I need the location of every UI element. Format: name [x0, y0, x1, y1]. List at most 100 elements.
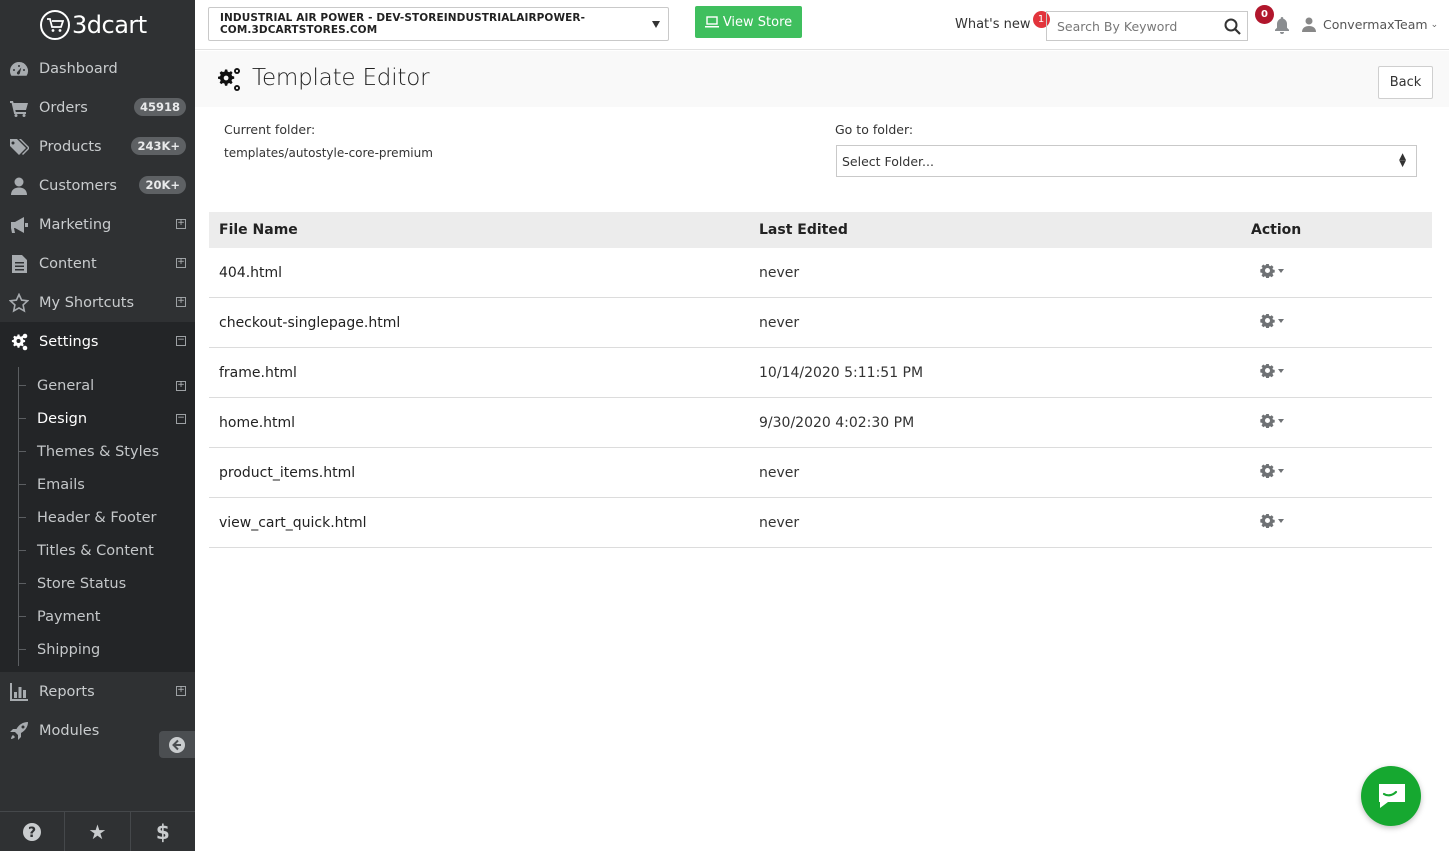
- subnav-titles-content[interactable]: Titles & Content: [0, 534, 195, 567]
- billing-button[interactable]: $: [131, 812, 195, 851]
- file-name-cell[interactable]: 404.html: [209, 265, 749, 281]
- subnav-emails[interactable]: Emails: [0, 468, 195, 501]
- nav-settings[interactable]: Settings −: [0, 322, 195, 361]
- caret-down-icon: [1278, 268, 1284, 273]
- subnav-header-footer[interactable]: Header & Footer: [0, 501, 195, 534]
- nav-reports[interactable]: Reports +: [0, 672, 195, 711]
- subnav-general-label: General: [37, 377, 95, 394]
- file-name-header[interactable]: File Name: [209, 222, 749, 238]
- caret-down-icon: [1278, 468, 1284, 473]
- goto-folder-label: Go to folder:: [835, 122, 914, 137]
- action-cell: [1241, 363, 1432, 382]
- subnav-design-label: Design: [37, 410, 88, 427]
- collapse-sidebar-button[interactable]: [159, 731, 195, 758]
- chat-bubble-icon: [1379, 784, 1405, 808]
- goto-folder-selected: Select Folder...: [842, 153, 934, 169]
- sort-arrows-icon: ▲ ▼: [1399, 152, 1406, 169]
- nav-products[interactable]: Products 243K+: [0, 127, 195, 166]
- subnav-emails-label: Emails: [37, 476, 85, 493]
- general-expand-icon[interactable]: +: [176, 381, 186, 391]
- subnav-shipping-label: Shipping: [37, 641, 101, 658]
- caret-down-icon: [1278, 318, 1284, 323]
- last-edited-header[interactable]: Last Edited: [749, 222, 1241, 238]
- subnav-payment[interactable]: Payment: [0, 600, 195, 633]
- settings-collapse-icon[interactable]: −: [176, 336, 186, 346]
- nav-content-label: Content: [39, 255, 97, 272]
- last-edited-cell: never: [759, 514, 800, 531]
- row-action-menu[interactable]: [1260, 463, 1284, 478]
- nav-my-shortcuts[interactable]: My Shortcuts +: [0, 283, 195, 322]
- notifications-button[interactable]: 0: [1255, 5, 1291, 34]
- action-cell: [1241, 413, 1432, 432]
- live-chat-button[interactable]: [1361, 766, 1421, 826]
- row-action-menu[interactable]: [1260, 363, 1284, 378]
- tags-icon: [8, 137, 30, 157]
- caret-down-icon: [1278, 368, 1284, 373]
- search-box: [1046, 11, 1248, 41]
- subnav-store-status[interactable]: Store Status: [0, 567, 195, 600]
- bell-icon: [1275, 17, 1289, 34]
- nav-my-shortcuts-label: My Shortcuts: [39, 294, 135, 311]
- file-name-cell[interactable]: view_cart_quick.html: [209, 515, 749, 531]
- store-selector[interactable]: INDUSTRIAL AIR POWER - DEV-STOREINDUSTRI…: [208, 7, 669, 41]
- nav-customers[interactable]: Customers 20K+: [0, 166, 195, 205]
- nav-dashboard[interactable]: Dashboard: [0, 49, 195, 88]
- table-row: view_cart_quick.html never: [209, 498, 1432, 548]
- nav-modules-label: Modules: [39, 722, 100, 739]
- marketing-expand-icon[interactable]: +: [176, 219, 186, 229]
- products-count-badge: 243K+: [131, 137, 186, 155]
- svg-text:?: ?: [28, 825, 36, 841]
- shortcuts-expand-icon[interactable]: +: [176, 297, 186, 307]
- nav-marketing[interactable]: Marketing +: [0, 205, 195, 244]
- content-expand-icon[interactable]: +: [176, 258, 186, 268]
- file-name-cell[interactable]: home.html: [209, 415, 749, 431]
- file-name-cell[interactable]: product_items.html: [209, 465, 749, 481]
- gear-icon: [1260, 364, 1275, 378]
- star-icon: ★: [88, 819, 107, 844]
- help-button[interactable]: ?: [0, 812, 66, 851]
- caret-down-icon: [1278, 418, 1284, 423]
- files-table: File Name Last Edited Action 404.html ne…: [209, 212, 1432, 548]
- subnav-themes-styles[interactable]: Themes & Styles: [0, 435, 195, 468]
- customers-count-badge: 20K+: [139, 176, 186, 194]
- nav-products-label: Products: [39, 138, 102, 155]
- whats-new-link[interactable]: What's new 1: [955, 11, 1050, 32]
- row-action-menu[interactable]: [1260, 263, 1284, 278]
- brand-logo[interactable]: 3dcart: [0, 0, 195, 49]
- whats-new-label: What's new: [955, 17, 1031, 32]
- action-cell: [1241, 263, 1432, 282]
- dollar-icon: $: [155, 819, 170, 844]
- search-input[interactable]: [1057, 18, 1217, 34]
- megaphone-icon: [8, 215, 30, 235]
- row-action-menu[interactable]: [1260, 413, 1284, 428]
- document-icon: [8, 254, 30, 274]
- row-action-menu[interactable]: [1260, 313, 1284, 328]
- subnav-header-footer-label: Header & Footer: [37, 509, 157, 526]
- subnav-general[interactable]: General +: [0, 369, 195, 402]
- page-title: Template Editor: [252, 65, 430, 91]
- chevron-down-icon: ⌄: [1430, 19, 1439, 30]
- subnav-design[interactable]: Design −: [0, 402, 195, 435]
- last-edited-cell: never: [759, 314, 800, 331]
- file-name-cell[interactable]: frame.html: [209, 365, 749, 381]
- nav-content[interactable]: Content +: [0, 244, 195, 283]
- search-icon[interactable]: [1224, 18, 1241, 35]
- reports-expand-icon[interactable]: +: [176, 686, 186, 696]
- cart-icon: [8, 98, 30, 118]
- goto-folder-select[interactable]: Select Folder... ▲ ▼: [836, 145, 1417, 177]
- nav-marketing-label: Marketing: [39, 216, 112, 233]
- user-menu[interactable]: ConvermaxTeam ⌄: [1302, 17, 1438, 32]
- notifications-badge: 0: [1255, 5, 1274, 24]
- favorites-button[interactable]: ★: [65, 812, 131, 851]
- file-name-cell[interactable]: checkout-singlepage.html: [209, 315, 749, 331]
- subnav-shipping[interactable]: Shipping: [0, 633, 195, 666]
- nav-orders[interactable]: Orders 45918: [0, 88, 195, 127]
- logo-text: 3dcart: [72, 10, 147, 39]
- row-action-menu[interactable]: [1260, 513, 1284, 528]
- view-store-label: View Store: [722, 14, 793, 30]
- user-name: ConvermaxTeam: [1323, 17, 1428, 32]
- table-header: File Name Last Edited Action: [209, 212, 1432, 248]
- back-button[interactable]: Back: [1378, 66, 1433, 99]
- design-collapse-icon[interactable]: −: [176, 414, 186, 424]
- view-store-button[interactable]: View Store: [695, 6, 802, 38]
